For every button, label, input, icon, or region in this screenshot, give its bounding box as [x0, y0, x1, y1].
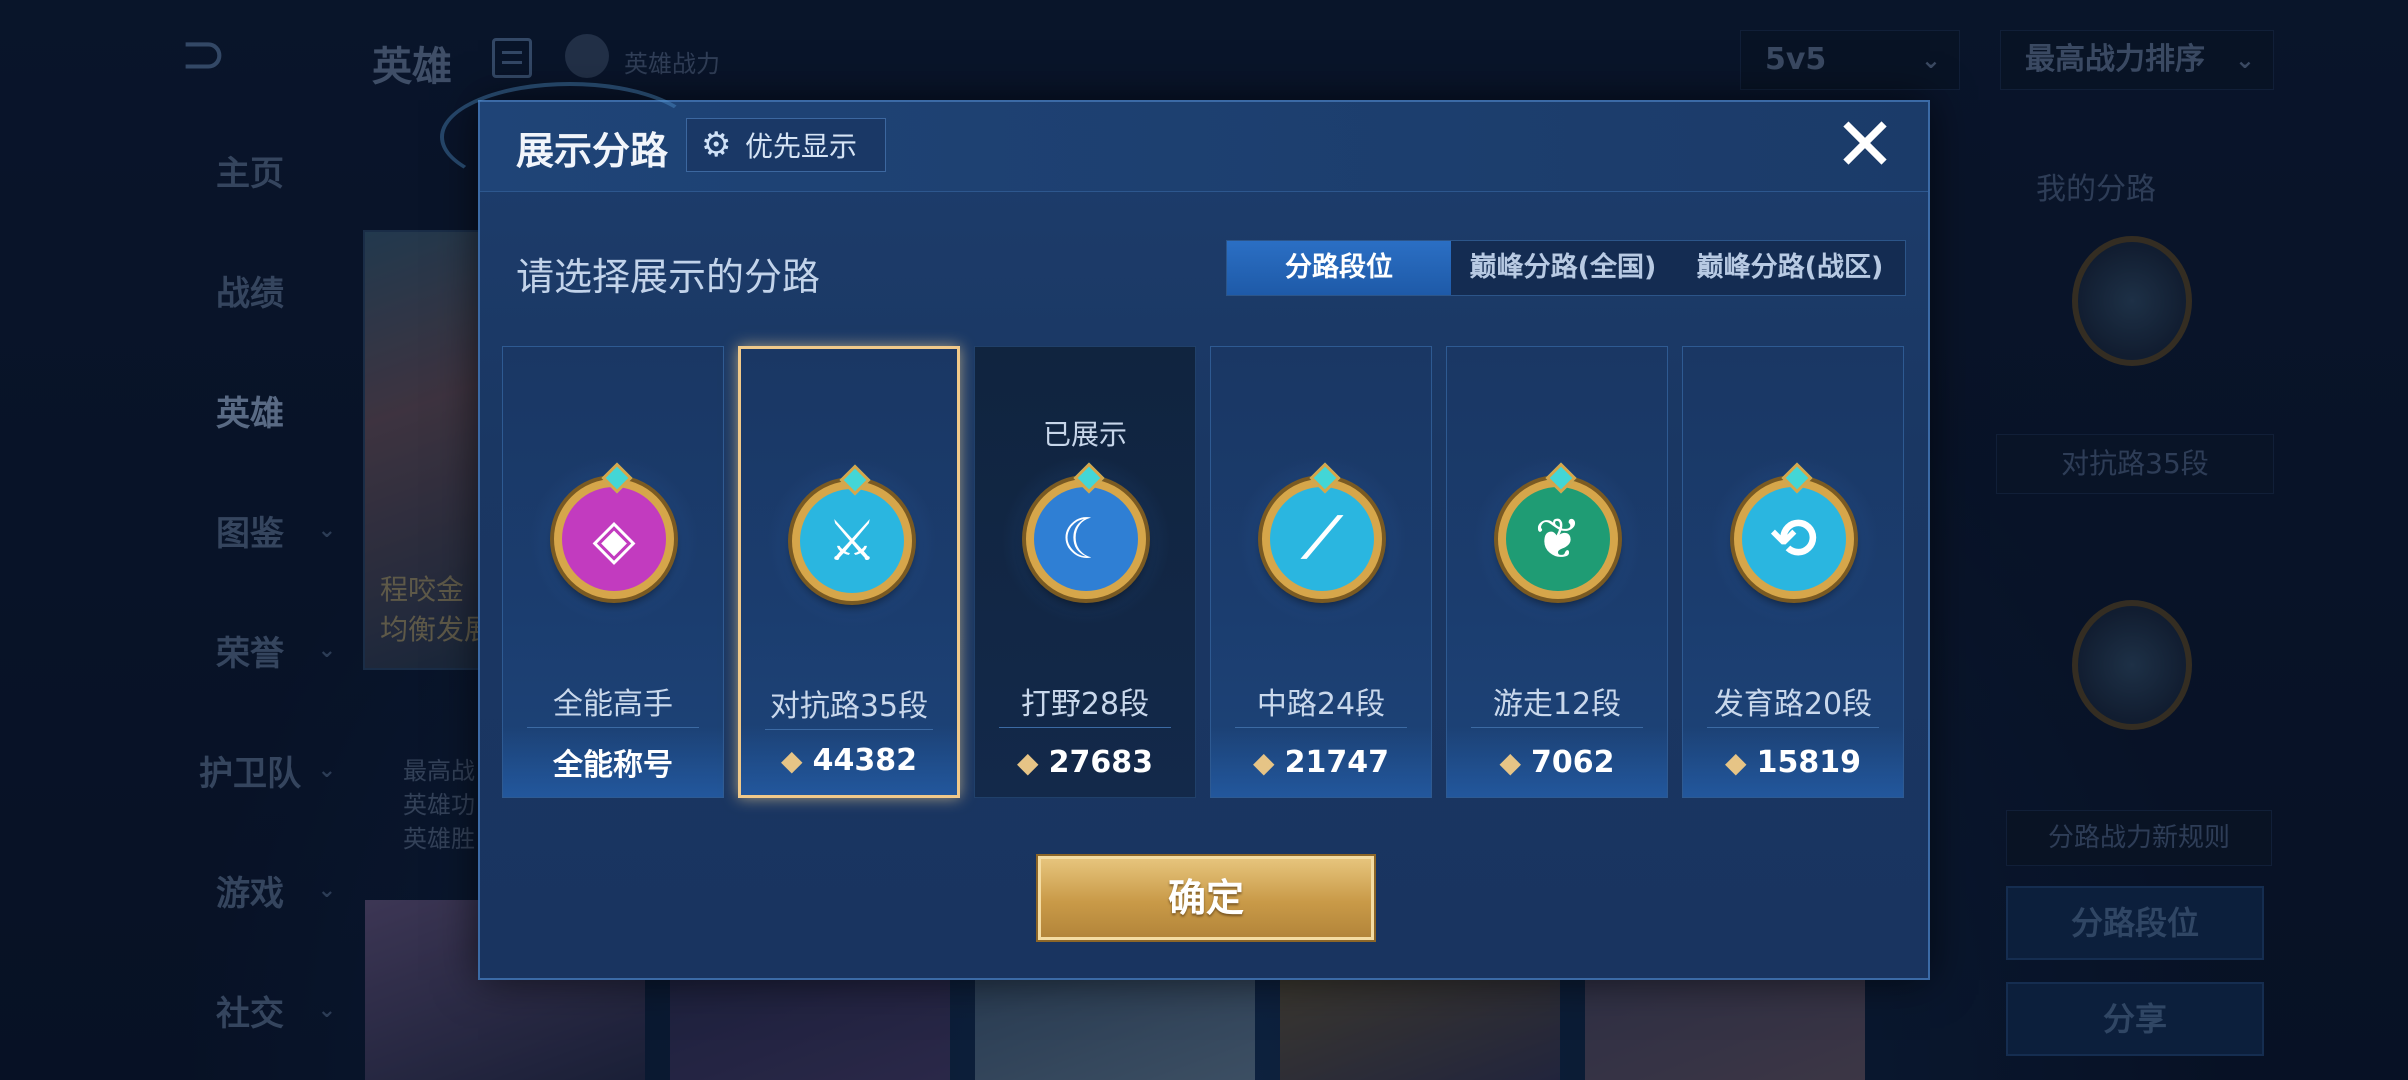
power-icon: ◆: [781, 743, 803, 777]
lane-card-value: 21747: [1284, 744, 1389, 780]
lane-card-footer: ◆ 44382: [741, 725, 957, 795]
lane-display-dialog: 展示分路 ⚙ 优先显示 ✕ 请选择展示的分路 分路段位 巅峰分路(全国) 巅峰分…: [440, 82, 1930, 980]
dialog-header: 展示分路 ⚙ 优先显示 ✕: [440, 82, 1928, 192]
lane-card-name: 打野28段: [1020, 687, 1150, 722]
priority-display-button[interactable]: ⚙ 优先显示: [686, 118, 886, 172]
lane-card-value: 15819: [1756, 744, 1861, 780]
lane-card-roam[interactable]: ❦ 游走12段 ◆ 7062: [1446, 346, 1668, 798]
clash-lane-icon: ⚔: [792, 481, 912, 601]
priority-display-label: 优先显示: [745, 130, 858, 163]
dialog-prompt: 请选择展示的分路: [516, 255, 821, 299]
lane-card-name: 对抗路35段: [769, 689, 929, 724]
mid-lane-icon: ⟋: [1262, 479, 1382, 599]
lane-card-footer: ◆ 7062: [1447, 727, 1667, 797]
lane-card-all-round[interactable]: ◈ 全能高手 全能称号: [502, 346, 724, 798]
lane-tab-bar: 分路段位 巅峰分路(全国) 巅峰分路(战区): [1226, 240, 1906, 296]
lane-card-list: ◈ 全能高手 全能称号 ⚔ 对抗路35段 ◆ 44382 已展示 ☾ 打野28段: [502, 346, 1912, 798]
jungle-icon: ☾: [1026, 479, 1146, 599]
lane-card-footer: ◆ 27683: [975, 727, 1195, 797]
all-round-icon: ◈: [554, 479, 674, 599]
lane-card-footer: 全能称号: [503, 727, 723, 797]
farm-lane-icon: ⟲: [1734, 479, 1854, 599]
lane-card-farm[interactable]: ⟲ 发育路20段 ◆ 15819: [1682, 346, 1904, 798]
roam-icon: ❦: [1498, 479, 1618, 599]
lane-card-name: 游走12段: [1492, 687, 1622, 722]
gear-icon: ⚙: [701, 125, 732, 165]
lane-card-footer: ◆ 15819: [1683, 727, 1903, 797]
lane-card-value: 7062: [1531, 744, 1615, 780]
tab-lane-rank[interactable]: 分路段位: [1227, 241, 1451, 295]
power-icon: ◆: [1017, 745, 1039, 779]
lane-card-value: 全能称号: [553, 748, 673, 783]
tab-peak-region[interactable]: 巅峰分路(战区): [1675, 241, 1905, 295]
shown-label: 已展示: [1042, 418, 1127, 451]
dialog-title: 展示分路: [516, 129, 669, 173]
power-icon: ◆: [1499, 745, 1522, 779]
lane-card-footer: ◆ 21747: [1211, 727, 1431, 797]
confirm-button[interactable]: 确定: [1038, 856, 1374, 940]
lane-card-name: 发育路20段: [1713, 687, 1873, 722]
lane-card-name: 全能高手: [553, 687, 673, 722]
lane-card-mid[interactable]: ⟋ 中路24段 ◆ 21747: [1210, 346, 1432, 798]
tab-peak-national[interactable]: 巅峰分路(全国): [1451, 241, 1675, 295]
power-icon: ◆: [1725, 745, 1747, 779]
power-icon: ◆: [1253, 745, 1275, 779]
lane-card-value: 44382: [812, 742, 917, 778]
lane-card-jungle[interactable]: 已展示 ☾ 打野28段 ◆ 27683: [974, 346, 1196, 798]
lane-card-name: 中路24段: [1256, 687, 1386, 722]
lane-card-value: 27683: [1048, 744, 1153, 780]
close-button[interactable]: ✕: [1832, 108, 1898, 182]
lane-card-clash[interactable]: ⚔ 对抗路35段 ◆ 44382: [738, 346, 960, 798]
